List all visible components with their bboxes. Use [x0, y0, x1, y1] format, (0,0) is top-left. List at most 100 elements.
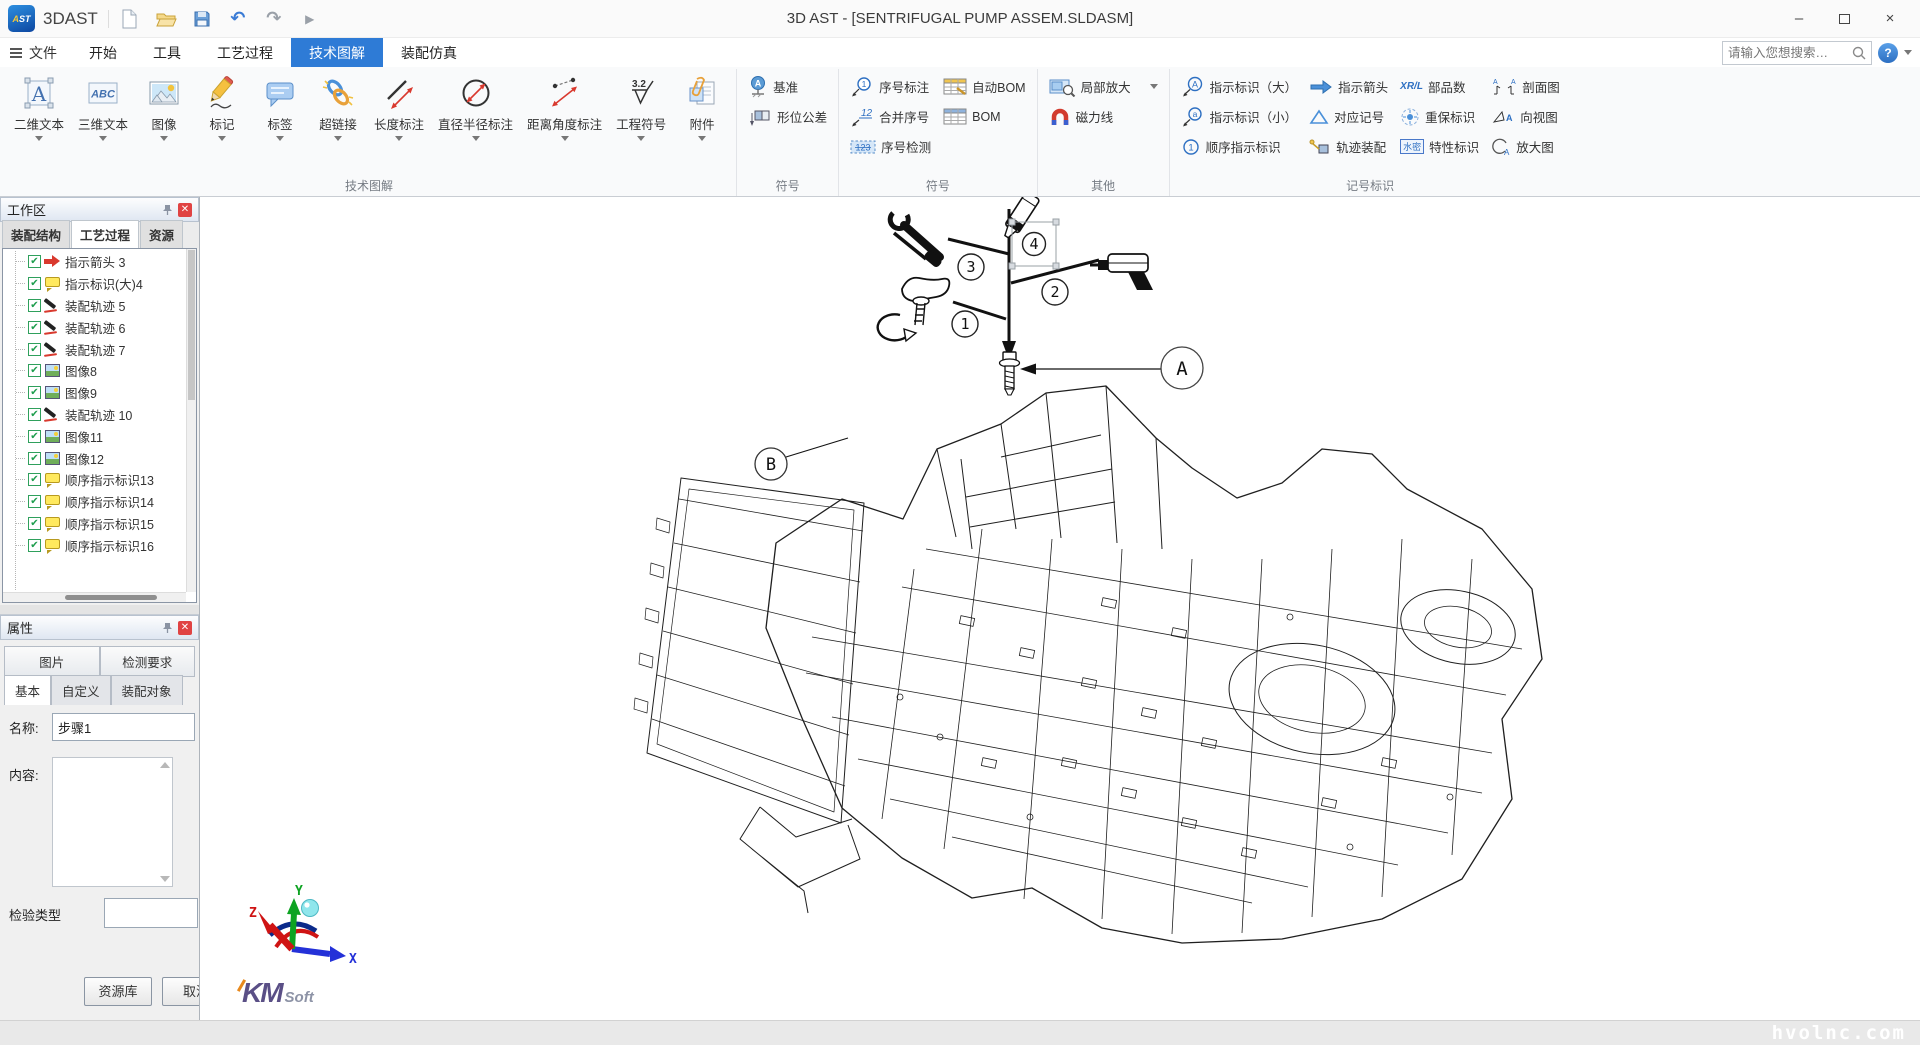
dropdown-caret-icon[interactable] — [1150, 84, 1158, 89]
tree-item[interactable]: 顺序指示标识16 — [16, 534, 184, 556]
checkbox-checked[interactable] — [28, 517, 41, 530]
pin-icon[interactable] — [162, 204, 173, 216]
ribbon-button-enlarged-view[interactable]: A 放大图 — [1491, 135, 1560, 158]
tree-item[interactable]: 顺序指示标识13 — [16, 469, 184, 491]
wrench-tool-icon[interactable] — [890, 213, 943, 269]
tab-process[interactable]: 工艺过程 — [199, 38, 291, 67]
ribbon-button-correspond-mark[interactable]: 对应记号 — [1309, 105, 1388, 128]
file-menu[interactable]: 文件 — [0, 43, 71, 63]
checkbox-checked[interactable] — [28, 299, 41, 312]
tree-item[interactable]: 指示标识(大)4 — [16, 273, 184, 295]
checkbox-checked[interactable] — [28, 539, 41, 552]
ribbon-button-surface-symbol[interactable]: 3.2 工程符号 — [609, 69, 673, 141]
tree-item[interactable]: 装配轨迹 5 — [16, 295, 184, 317]
tab-picture[interactable]: 图片 — [4, 646, 100, 677]
undo-button[interactable]: ↶ — [227, 8, 249, 30]
tab-technical-illustration[interactable]: 技术图解 — [291, 38, 383, 67]
ribbon-button-attachment[interactable]: 附件 — [673, 69, 731, 141]
tree-item[interactable]: 指示箭头 3 — [16, 251, 184, 273]
tab-resources[interactable]: 资源 — [140, 220, 183, 248]
tab-inspection-requirements[interactable]: 检测要求 — [100, 646, 196, 677]
checkbox-checked[interactable] — [28, 430, 41, 443]
content-textarea[interactable] — [52, 757, 173, 887]
tree-item[interactable]: 图像8 — [16, 360, 184, 382]
redo-button[interactable]: ↷ — [263, 8, 285, 30]
resource-library-button[interactable]: 资源库 — [84, 977, 152, 1006]
tree-horizontal-scrollbar[interactable] — [3, 592, 186, 602]
tree-item[interactable]: 图像9 — [16, 382, 184, 404]
open-file-button[interactable] — [155, 8, 177, 30]
ribbon-button-marker[interactable]: 标记 — [193, 69, 251, 141]
tab-assembly-object[interactable]: 装配对象 — [111, 675, 183, 705]
checkbox-checked[interactable] — [28, 277, 41, 290]
ribbon-button-balloon-check[interactable]: 123 序号检测 — [850, 135, 931, 158]
tab-assembly-simulation[interactable]: 装配仿真 — [383, 38, 475, 67]
ribbon-button-direction-view[interactable]: A 向视图 — [1491, 105, 1560, 128]
tree-item[interactable]: 顺序指示标识14 — [16, 491, 184, 513]
ribbon-button-auto-bom[interactable]: 自动BOM — [943, 75, 1025, 98]
cad-viewport[interactable]: 1 2 3 4 A B — [200, 197, 1920, 1020]
checkbox-checked[interactable] — [28, 473, 41, 486]
ribbon-button-diameter-dim[interactable]: 直径半径标注 — [431, 69, 520, 141]
quick-access-more-icon[interactable]: ▶ — [299, 8, 321, 30]
ribbon-button-magnetic-line[interactable]: 磁力线 — [1049, 105, 1158, 128]
ribbon-button-feature-mark[interactable]: 水密 特性标识 — [1400, 135, 1479, 158]
tree-item[interactable]: 装配轨迹 6 — [16, 316, 184, 338]
checkbox-checked[interactable] — [28, 408, 41, 421]
search-box[interactable] — [1722, 41, 1872, 65]
tab-custom[interactable]: 自定义 — [51, 675, 111, 705]
checkbox-checked[interactable] — [28, 364, 41, 377]
ribbon-button-balloon[interactable]: 1 序号标注 — [850, 75, 931, 98]
tab-home[interactable]: 开始 — [71, 38, 135, 67]
checkbox-checked[interactable] — [28, 343, 41, 356]
new-file-button[interactable] — [119, 8, 141, 30]
ribbon-button-section-view[interactable]: AA 剖面图 — [1491, 75, 1560, 98]
impact-driver-icon[interactable] — [1090, 254, 1153, 290]
tree-item[interactable]: 装配轨迹 7 — [16, 338, 184, 360]
tab-assembly-structure[interactable]: 装配结构 — [2, 220, 70, 248]
check-type-input[interactable] — [104, 898, 198, 928]
ribbon-button-2d-text[interactable]: A 二维文本 — [7, 69, 71, 141]
workspace-close-icon[interactable]: ✕ — [178, 203, 192, 217]
tree-item[interactable]: 图像12 — [16, 447, 184, 469]
ribbon-button-merge-balloon[interactable]: 12 合并序号 — [850, 105, 931, 128]
search-input[interactable] — [1728, 46, 1852, 60]
ribbon-button-distance-angle-dim[interactable]: 距离角度标注 — [520, 69, 609, 141]
assembly-annotations[interactable]: 1 2 3 4 A B — [755, 197, 1203, 480]
ribbon-button-detail-view[interactable]: 局部放大 — [1049, 75, 1158, 98]
save-button[interactable] — [191, 8, 213, 30]
ribbon-button-indicator-arrow[interactable]: 指示箭头 — [1309, 75, 1388, 98]
minimize-button[interactable]: – — [1789, 10, 1809, 27]
name-input[interactable] — [52, 713, 195, 741]
ribbon-button-hyperlink[interactable]: 超链接 — [309, 69, 367, 141]
cancel-button[interactable]: 取消 — [162, 977, 199, 1006]
checkbox-checked[interactable] — [28, 452, 41, 465]
ribbon-button-bom[interactable]: BOM — [943, 105, 1025, 128]
pin-icon[interactable] — [162, 622, 173, 634]
ribbon-button-important-mark[interactable]: 重保标识 — [1400, 105, 1479, 128]
close-button[interactable]: × — [1880, 10, 1900, 27]
ribbon-button-track-assembly[interactable]: 轨迹装配 — [1309, 135, 1388, 158]
tab-process[interactable]: 工艺过程 — [71, 220, 139, 248]
tree-item[interactable]: 顺序指示标识15 — [16, 513, 184, 535]
ribbon-button-indicator-large[interactable]: A 指示标识（大） — [1181, 75, 1298, 98]
cad-canvas[interactable]: 1 2 3 4 A B — [200, 197, 1920, 1020]
help-button[interactable]: ? — [1878, 43, 1898, 63]
checkbox-checked[interactable] — [28, 321, 41, 334]
checkbox-checked[interactable] — [28, 255, 41, 268]
properties-close-icon[interactable]: ✕ — [178, 621, 192, 635]
tree-vertical-scrollbar[interactable] — [186, 249, 196, 592]
tab-basic[interactable]: 基本 — [4, 675, 51, 705]
ribbon-button-image[interactable]: 图像 — [135, 69, 193, 141]
checkbox-checked[interactable] — [28, 495, 41, 508]
tab-tools[interactable]: 工具 — [135, 38, 199, 67]
checkbox-checked[interactable] — [28, 386, 41, 399]
ribbon-button-datum[interactable]: A 基准 — [748, 75, 827, 98]
tree-item[interactable]: 装配轨迹 10 — [16, 404, 184, 426]
help-dropdown-caret-icon[interactable] — [1904, 50, 1912, 55]
bolt-icon[interactable] — [1000, 352, 1020, 395]
scroll-up-icon[interactable] — [160, 762, 170, 768]
ribbon-button-part-count[interactable]: XR/L 部品数 — [1400, 75, 1479, 98]
ribbon-button-length-dim[interactable]: 长度标注 — [367, 69, 431, 141]
ribbon-button-tag[interactable]: 标签 — [251, 69, 309, 141]
